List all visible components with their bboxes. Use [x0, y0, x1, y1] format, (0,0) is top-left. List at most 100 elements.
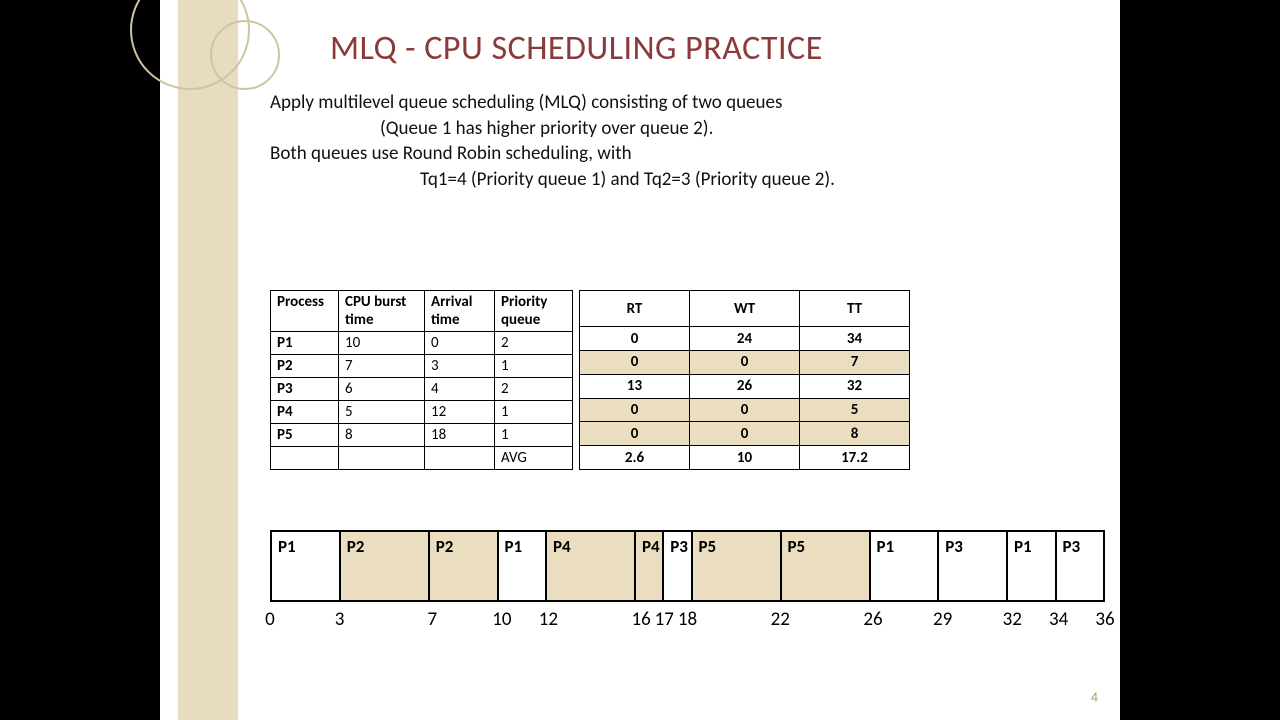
cell-priority: 1 — [495, 424, 573, 447]
cell-arrival: 0 — [425, 332, 495, 355]
tables: Process CPU burst time Arrival time Prio… — [270, 290, 910, 470]
gantt-tick: 36 — [1095, 608, 1114, 631]
table-row: 0 0 5 — [580, 398, 910, 422]
cell-tt: 8 — [800, 422, 910, 446]
desc-line: (Queue 1 has higher priority over queue … — [270, 116, 1070, 142]
gantt-tick: 34 — [1049, 608, 1068, 631]
side-band — [178, 0, 238, 720]
cell-priority: 2 — [495, 378, 573, 401]
table-header-row: RT WT TT — [580, 291, 910, 327]
cell-priority: 2 — [495, 332, 573, 355]
col-priority: Priority queue — [495, 291, 573, 332]
col-burst: CPU burst time — [339, 291, 425, 332]
gantt-tick: 0 — [265, 608, 275, 631]
col-tt: TT — [800, 291, 910, 327]
cell-rt: 0 — [580, 327, 690, 351]
col-rt: RT — [580, 291, 690, 327]
col-arrival: Arrival time — [425, 291, 495, 332]
gantt-cell: P1 — [871, 532, 940, 600]
gantt-chart: P1P2P2P1P4P4P3P5P5P1P3P1P3 0371012161718… — [270, 530, 1105, 632]
table-row: 13 26 32 — [580, 374, 910, 398]
cell-wt: 0 — [690, 398, 800, 422]
cell-process: P5 — [271, 424, 339, 447]
table-row: P4 5 12 1 — [271, 401, 573, 424]
gantt-tick: 18 — [678, 608, 697, 631]
cell-burst: 6 — [339, 378, 425, 401]
desc-line: Apply multilevel queue scheduling (MLQ) … — [270, 90, 1070, 116]
gantt-tick: 7 — [428, 608, 438, 631]
gantt-cell: P4 — [636, 532, 664, 600]
metrics-table: RT WT TT 0 24 340 0 713 26 320 0 50 0 82… — [579, 290, 910, 470]
description: Apply multilevel queue scheduling (MLQ) … — [270, 90, 1070, 193]
slide: MLQ - CPU SCHEDULING PRACTICE Apply mult… — [160, 0, 1120, 720]
col-wt: WT — [690, 291, 800, 327]
gantt-cell: P4 — [547, 532, 636, 600]
cell-arrival: 18 — [425, 424, 495, 447]
table-row: 2.6 10 17.2 — [580, 446, 910, 470]
cell-tt: 7 — [800, 351, 910, 375]
cell-wt: 0 — [690, 422, 800, 446]
page-number: 4 — [1091, 689, 1098, 706]
table-row: P1 10 0 2 — [271, 332, 573, 355]
cell-priority: 1 — [495, 355, 573, 378]
table-row: 0 0 7 — [580, 351, 910, 375]
gantt-tick: 17 — [655, 608, 674, 631]
table-row: P3 6 4 2 — [271, 378, 573, 401]
cell-burst: 5 — [339, 401, 425, 424]
cell-rt: 0 — [580, 422, 690, 446]
cell-tt: 34 — [800, 327, 910, 351]
cell-burst: 8 — [339, 424, 425, 447]
gantt-tick: 29 — [933, 608, 952, 631]
cell-tt: 5 — [800, 398, 910, 422]
cell-process: P3 — [271, 378, 339, 401]
desc-line: Both queues use Round Robin scheduling, … — [270, 141, 1070, 167]
deco-circle — [210, 20, 280, 90]
cell-wt: 0 — [690, 351, 800, 375]
table-header-row: Process CPU burst time Arrival time Prio… — [271, 291, 573, 332]
cell-wt: 26 — [690, 374, 800, 398]
cell-tt: 17.2 — [800, 446, 910, 470]
gantt-cell: P1 — [272, 532, 341, 600]
cell-process: P1 — [271, 332, 339, 355]
gantt-tick: 10 — [492, 608, 511, 631]
avg-label: AVG — [495, 447, 573, 470]
col-process: Process — [271, 291, 339, 332]
slide-title: MLQ - CPU SCHEDULING PRACTICE — [330, 28, 823, 69]
gantt-tick: 26 — [863, 608, 882, 631]
table-row: 0 24 34 — [580, 327, 910, 351]
gantt-cell: P2 — [341, 532, 430, 600]
gantt-tick: 22 — [771, 608, 790, 631]
cell-rt: 13 — [580, 374, 690, 398]
gantt-tick: 3 — [335, 608, 345, 631]
cell-priority: 1 — [495, 401, 573, 424]
gantt-cell: P5 — [693, 532, 782, 600]
gantt-cell: P3 — [1057, 532, 1104, 600]
cell-arrival: 3 — [425, 355, 495, 378]
table-row: P5 8 18 1 — [271, 424, 573, 447]
process-table: Process CPU burst time Arrival time Prio… — [270, 290, 573, 470]
table-row: P2 7 3 1 — [271, 355, 573, 378]
gantt-cell: P1 — [499, 532, 548, 600]
cell-burst: 10 — [339, 332, 425, 355]
gantt-tick: 12 — [539, 608, 558, 631]
cell-arrival: 4 — [425, 378, 495, 401]
gantt-cell: P3 — [939, 532, 1008, 600]
gantt-cell: P1 — [1008, 532, 1057, 600]
cell-wt: 24 — [690, 327, 800, 351]
cell-burst: 7 — [339, 355, 425, 378]
desc-line: Tq1=4 (Priority queue 1) and Tq2=3 (Prio… — [270, 167, 1070, 193]
cell-process: P2 — [271, 355, 339, 378]
table-row: 0 0 8 — [580, 422, 910, 446]
gantt-cell: P5 — [782, 532, 871, 600]
cell-rt: 0 — [580, 351, 690, 375]
gantt-cell: P2 — [430, 532, 499, 600]
cell-wt: 10 — [690, 446, 800, 470]
cell-tt: 32 — [800, 374, 910, 398]
cell-process: P4 — [271, 401, 339, 424]
gantt-tick: 32 — [1003, 608, 1022, 631]
gantt-cell: P3 — [664, 532, 692, 600]
avg-row: AVG — [271, 447, 573, 470]
gantt-tick: 16 — [631, 608, 650, 631]
cell-rt: 2.6 — [580, 446, 690, 470]
cell-arrival: 12 — [425, 401, 495, 424]
